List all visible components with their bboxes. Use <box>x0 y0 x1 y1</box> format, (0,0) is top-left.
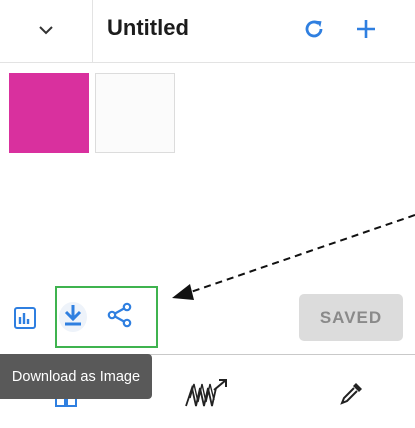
share-icon <box>107 302 133 333</box>
eyedropper-icon <box>339 380 365 411</box>
saved-button[interactable]: SAVED <box>299 294 403 341</box>
bar-chart-icon <box>13 306 37 335</box>
download-icon <box>62 303 84 332</box>
wave-chart-icon <box>184 376 228 415</box>
share-button[interactable] <box>106 302 134 333</box>
nav-eyedropper-button[interactable] <box>337 380 367 410</box>
chart-button[interactable] <box>11 306 39 334</box>
download-button[interactable] <box>59 302 87 332</box>
tooltip: Download as Image <box>0 354 152 399</box>
nav-wave-button[interactable] <box>184 378 228 412</box>
